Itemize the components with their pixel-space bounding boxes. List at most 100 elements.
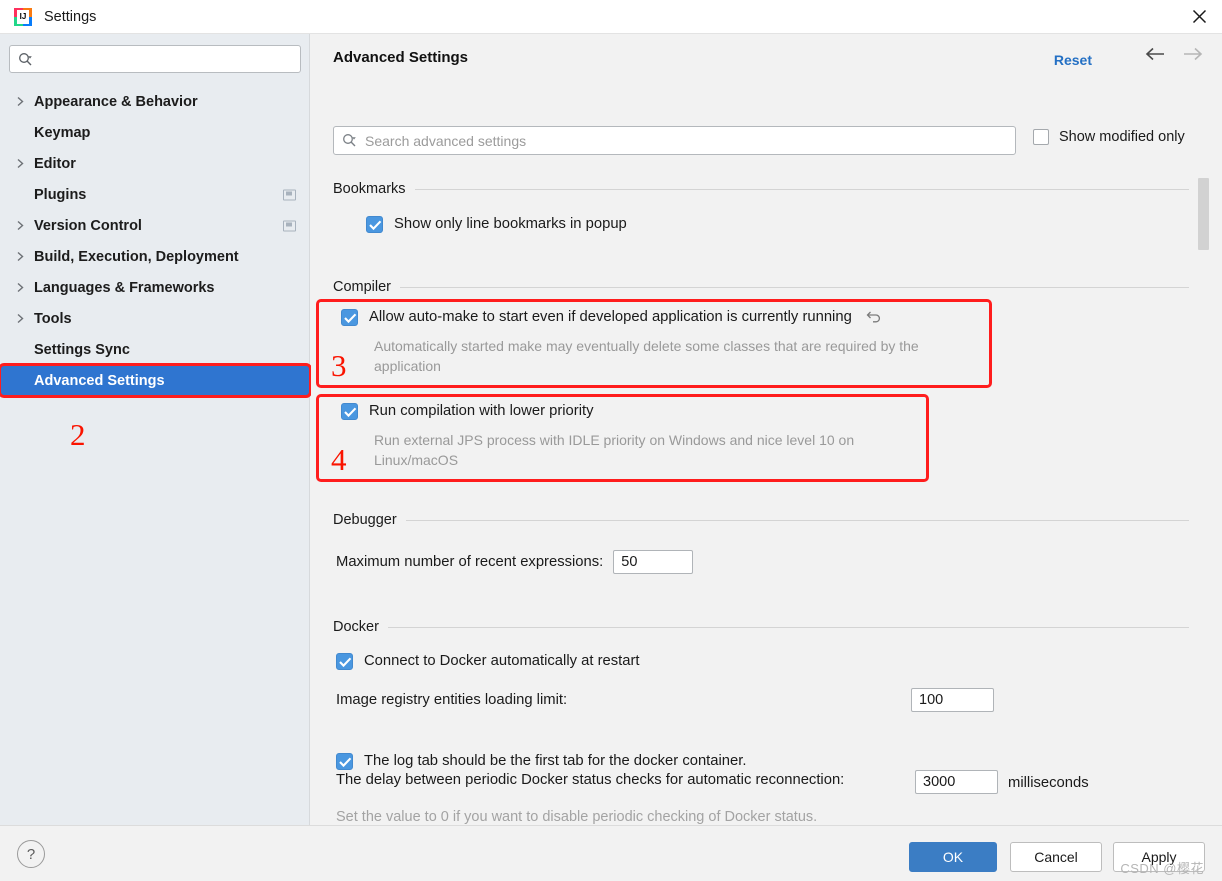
chevron-right-icon[interactable] (16, 313, 34, 324)
chevron-right-icon[interactable] (16, 282, 34, 293)
sidebar-item-languages-frameworks[interactable]: Languages & Frameworks (0, 272, 310, 303)
settings-sidebar: Appearance & Behavior Keymap Editor Plug… (0, 34, 312, 825)
sidebar-item-label: Languages & Frameworks (34, 279, 215, 296)
checkbox-checked[interactable] (341, 403, 358, 420)
revert-arrow-icon[interactable] (866, 310, 882, 329)
advanced-search-box[interactable] (333, 126, 1016, 155)
title-bar: IJ Settings (0, 0, 1222, 34)
chevron-right-icon[interactable] (16, 220, 34, 231)
advanced-settings-panel: Advanced Settings Reset Search advanced … (311, 34, 1222, 825)
sidebar-search-box[interactable] (9, 45, 301, 73)
row-allow-auto-make[interactable]: Allow auto-make to start even if develop… (341, 309, 882, 329)
reset-link[interactable]: Reset (1054, 52, 1092, 68)
sidebar-item-tools[interactable]: Tools (0, 303, 310, 334)
sidebar-item-label: Appearance & Behavior (34, 93, 198, 110)
settings-tree: Appearance & Behavior Keymap Editor Plug… (0, 86, 312, 398)
row-docker-status-delay: The delay between periodic Docker status… (336, 772, 844, 788)
panel-window-icon (283, 189, 296, 200)
checkbox-label: Connect to Docker automatically at resta… (364, 653, 640, 669)
sidebar-search-input[interactable] (37, 50, 272, 68)
sidebar-item-appearance-behavior[interactable]: Appearance & Behavior (0, 86, 310, 117)
checkbox-checked[interactable] (366, 216, 383, 233)
docker-status-note: Set the value to 0 if you want to disabl… (336, 809, 818, 825)
group-header: Bookmarks (333, 180, 1189, 198)
group-header: Docker (333, 618, 1189, 636)
group-title: Docker (333, 619, 379, 635)
content-scrollbar-track[interactable] (1198, 178, 1209, 828)
group-divider (414, 188, 1189, 190)
sidebar-item-label: Keymap (34, 124, 91, 141)
cancel-button[interactable]: Cancel (1010, 842, 1102, 872)
setting-description: Run external JPS process with IDLE prior… (374, 432, 855, 468)
sidebar-item-editor[interactable]: Editor (0, 148, 310, 179)
content-scrollbar-thumb[interactable] (1198, 178, 1209, 250)
arrow-left-icon[interactable] (1144, 46, 1166, 62)
row-log-tab-first[interactable]: The log tab should be the first tab for … (336, 753, 747, 770)
sidebar-item-label: Settings Sync (34, 341, 130, 358)
checkbox-checked[interactable] (336, 753, 353, 770)
sidebar-item-settings-sync[interactable]: Settings Sync (0, 334, 310, 365)
show-modified-only-checkbox[interactable]: Show modified only (1033, 129, 1185, 145)
group-docker: Docker (333, 618, 1189, 636)
sidebar-item-label: Build, Execution, Deployment (34, 248, 239, 265)
milliseconds-suffix-label: milliseconds (1008, 775, 1089, 791)
group-title: Debugger (333, 512, 397, 528)
page-title: Advanced Settings (333, 49, 469, 66)
sidebar-item-version-control[interactable]: Version Control (0, 210, 310, 241)
checkbox-label: Run compilation with lower priority (369, 403, 594, 419)
ok-button[interactable]: OK (909, 842, 997, 872)
annotation-number-2: 2 (70, 417, 86, 452)
advanced-search-input[interactable] (363, 131, 973, 150)
setting-label: The delay between periodic Docker status… (336, 772, 845, 788)
sidebar-item-plugins[interactable]: Plugins (0, 179, 310, 210)
annotation-number-4: 4 (331, 442, 347, 477)
row-show-only-line-bookmarks[interactable]: Show only line bookmarks in popup (366, 216, 627, 233)
sidebar-item-label: Editor (34, 155, 76, 172)
annotation-number-3: 3 (331, 348, 347, 383)
row-max-recent-expressions: Maximum number of recent expressions: (336, 550, 694, 574)
panel-window-icon (283, 220, 296, 231)
chevron-right-icon[interactable] (16, 251, 34, 262)
docker-status-delay-input[interactable] (915, 770, 998, 794)
max-recent-expressions-input[interactable] (613, 550, 694, 574)
chevron-right-icon[interactable] (16, 96, 34, 107)
checkbox-label: The log tab should be the first tab for … (364, 753, 747, 769)
setting-label: Maximum number of recent expressions: (336, 554, 604, 570)
sidebar-item-label: Advanced Settings (34, 372, 165, 389)
row-run-compilation-lower-priority[interactable]: Run compilation with lower priority (341, 403, 594, 420)
navigation-arrows (1144, 46, 1204, 62)
group-title: Compiler (333, 279, 392, 295)
settings-dialog: IJ Settings Appearance & Behavior Keymap… (0, 0, 1222, 881)
checkbox-box[interactable] (1033, 129, 1049, 145)
intellij-idea-icon: IJ (14, 7, 32, 26)
row-connect-docker-at-restart[interactable]: Connect to Docker automatically at resta… (336, 653, 640, 670)
group-title: Bookmarks (333, 181, 406, 197)
group-header: Debugger (333, 511, 1189, 529)
help-button[interactable]: ? (17, 840, 45, 868)
show-modified-only-label: Show modified only (1059, 129, 1185, 145)
window-title: Settings (44, 8, 97, 25)
sidebar-item-label: Tools (34, 310, 72, 327)
group-header: Compiler (333, 278, 1189, 296)
search-icon (18, 52, 33, 67)
arrow-right-icon[interactable] (1182, 46, 1204, 62)
checkbox-checked[interactable] (341, 309, 358, 326)
setting-description: Automatically started make may eventuall… (374, 338, 919, 374)
group-compiler: Compiler (333, 278, 1189, 296)
close-icon[interactable] (1176, 0, 1222, 33)
sidebar-item-build-execution-deployment[interactable]: Build, Execution, Deployment (0, 241, 310, 272)
image-registry-limit-input[interactable] (911, 688, 994, 712)
group-divider (387, 626, 1189, 628)
checkbox-checked[interactable] (336, 653, 353, 670)
setting-label: Image registry entities loading limit: (336, 692, 568, 708)
checkbox-label: Show only line bookmarks in popup (394, 216, 627, 232)
apply-button[interactable]: Apply (1113, 842, 1205, 872)
chevron-right-icon[interactable] (16, 158, 34, 169)
sidebar-item-advanced-settings[interactable]: Advanced Settings (0, 363, 312, 398)
row-image-registry-limit: Image registry entities loading limit: (336, 692, 567, 708)
group-debugger: Debugger (333, 511, 1189, 529)
panel-header: Advanced Settings Reset (311, 34, 1222, 86)
group-bookmarks: Bookmarks (333, 180, 1189, 198)
sidebar-item-label: Version Control (34, 217, 142, 234)
sidebar-item-keymap[interactable]: Keymap (0, 117, 310, 148)
